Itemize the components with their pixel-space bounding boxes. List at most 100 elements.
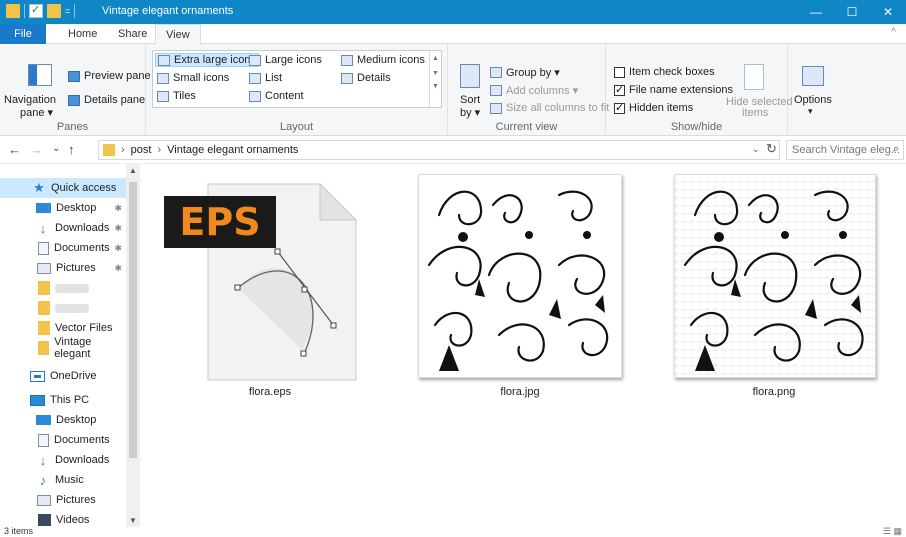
file-name-extensions-checkbox[interactable] bbox=[614, 83, 625, 96]
navigation-scrollbar[interactable]: ▲ ▼ bbox=[126, 164, 140, 527]
nav-item-vector-files[interactable]: Vector Files bbox=[0, 318, 126, 338]
file-name-eps[interactable]: flora.eps bbox=[220, 386, 320, 398]
nav-item-quick-access[interactable]: ★ Quick access bbox=[0, 178, 126, 198]
preview-pane-button[interactable]: Preview pane bbox=[68, 70, 151, 82]
recent-locations-button[interactable]: ⌄ bbox=[52, 143, 60, 154]
nav-item-music[interactable]: ♪ Music bbox=[0, 470, 126, 490]
navigation-pane-button[interactable]: Navigation bbox=[4, 94, 56, 106]
navigation-pane-dropdown[interactable]: pane ▾ bbox=[20, 106, 53, 119]
file-name-jpg[interactable]: flora.jpg bbox=[470, 386, 570, 398]
current-view-group: Sort by ▾ Group by ▾ Add columns ▾ Size … bbox=[448, 44, 609, 136]
close-button[interactable]: ✕ bbox=[870, 0, 906, 24]
item-check-boxes-checkbox[interactable] bbox=[614, 66, 625, 78]
file-item-eps[interactable]: EPS flora.eps bbox=[160, 174, 360, 404]
new-folder-icon[interactable] bbox=[47, 4, 61, 18]
large-icons-option[interactable]: Large icons bbox=[249, 54, 322, 66]
nav-item-blurred-folder[interactable] bbox=[0, 278, 126, 298]
add-columns-button[interactable]: Add columns ▾ bbox=[490, 84, 578, 97]
nav-item-blurred-folder[interactable] bbox=[0, 298, 126, 318]
scroll-up-icon[interactable]: ▲ bbox=[129, 166, 137, 175]
back-button[interactable]: ← bbox=[8, 142, 21, 157]
sort-by-icon bbox=[460, 64, 480, 88]
nav-item-videos[interactable]: Videos bbox=[0, 510, 126, 527]
file-name-extensions-label: File name extensions bbox=[629, 84, 733, 96]
details-option[interactable]: Details bbox=[341, 72, 391, 84]
file-item-jpg[interactable]: flora.jpg bbox=[418, 174, 626, 404]
small-icons-option[interactable]: Small icons bbox=[157, 72, 229, 84]
maximize-button[interactable]: ☐ bbox=[834, 0, 870, 24]
content-option[interactable]: Content bbox=[249, 90, 304, 102]
preview-pane-label: Preview pane bbox=[84, 70, 151, 82]
tab-view[interactable]: View bbox=[155, 24, 201, 45]
details-pane-button[interactable]: Details pane bbox=[68, 94, 145, 106]
hide-selected-button-2[interactable]: items bbox=[742, 107, 768, 119]
nav-item-this-pc[interactable]: This PC bbox=[0, 390, 126, 410]
size-all-columns-button[interactable]: Size all columns to fit bbox=[490, 102, 609, 114]
file-item-png[interactable]: flora.png bbox=[674, 174, 882, 404]
pin-icon[interactable]: ✱ bbox=[114, 243, 122, 254]
extra-large-icons-option[interactable]: Extra large icons bbox=[155, 53, 259, 67]
window-controls: — ☐ ✕ bbox=[798, 0, 906, 24]
group-by-button[interactable]: Group by ▾ bbox=[490, 66, 560, 79]
nav-item-pc-downloads[interactable]: ↓ Downloads bbox=[0, 450, 126, 470]
nav-item-pictures[interactable]: Pictures ✱ bbox=[0, 258, 126, 278]
options-dropdown-icon[interactable]: ▾ bbox=[808, 106, 813, 117]
scrollbar-thumb[interactable] bbox=[129, 182, 137, 458]
nav-item-label: Quick access bbox=[51, 182, 117, 194]
sort-by-button[interactable]: Sort bbox=[460, 94, 480, 106]
hidden-items-toggle[interactable]: Hidden items bbox=[614, 101, 693, 114]
tab-share[interactable]: Share bbox=[108, 24, 157, 44]
group-by-icon bbox=[490, 67, 502, 78]
qat-dropdown-icon[interactable]: = bbox=[65, 6, 70, 16]
pin-icon[interactable]: ✱ bbox=[114, 223, 122, 234]
minimize-button[interactable]: — bbox=[798, 0, 834, 24]
item-check-boxes-toggle[interactable]: Item check boxes bbox=[614, 66, 715, 78]
chevron-up-icon[interactable]: ▲ bbox=[430, 55, 441, 62]
tiles-option[interactable]: Tiles bbox=[157, 90, 196, 102]
pictures-icon bbox=[37, 494, 51, 506]
nav-item-vintage-elegant[interactable]: Vintage elegant bbox=[0, 336, 126, 360]
ornament-image bbox=[427, 190, 609, 371]
properties-icon[interactable] bbox=[29, 3, 43, 18]
address-field[interactable]: › post › Vintage elegant ornaments bbox=[98, 140, 780, 160]
hidden-items-checkbox[interactable] bbox=[614, 101, 625, 114]
nav-item-pc-documents[interactable]: Documents bbox=[0, 430, 126, 450]
nav-item-label: Vector Files bbox=[55, 322, 113, 334]
navigation-pane-label-2: pane ▾ bbox=[20, 107, 54, 119]
nav-item-downloads[interactable]: ↓ Downloads ✱ bbox=[0, 218, 126, 238]
scroll-down-icon[interactable]: ▼ bbox=[129, 516, 137, 525]
tab-home[interactable]: Home bbox=[58, 24, 107, 44]
sort-by-dropdown[interactable]: by ▾ bbox=[460, 106, 480, 119]
collapse-ribbon-icon[interactable]: ^ bbox=[891, 27, 896, 38]
file-name-extensions-toggle[interactable]: File name extensions bbox=[614, 83, 733, 96]
expand-gallery-icon[interactable]: ▼ bbox=[430, 83, 441, 90]
options-button[interactable]: Options bbox=[794, 94, 832, 106]
folder-icon bbox=[38, 301, 50, 315]
nav-item-desktop[interactable]: Desktop ✱ bbox=[0, 198, 126, 218]
breadcrumb-post[interactable]: post bbox=[131, 144, 152, 156]
star-icon: ★ bbox=[33, 180, 45, 195]
search-input[interactable]: Search Vintage eleg... ⌕ bbox=[786, 140, 904, 160]
pin-icon[interactable]: ✱ bbox=[114, 263, 122, 274]
file-name-png[interactable]: flora.png bbox=[724, 386, 824, 398]
layout-gallery-scroll[interactable]: ▲ ▼ ▼ bbox=[429, 51, 441, 109]
list-option[interactable]: List bbox=[249, 72, 282, 84]
nav-item-onedrive[interactable]: OneDrive bbox=[0, 366, 126, 386]
refresh-button[interactable]: ↻ bbox=[766, 141, 777, 157]
forward-button[interactable]: → bbox=[30, 142, 43, 157]
folder-icon bbox=[103, 144, 115, 156]
view-toggle-icons[interactable]: ☰ ▦ bbox=[883, 526, 902, 537]
add-columns-label: Add columns ▾ bbox=[506, 85, 579, 97]
tab-file[interactable]: File bbox=[0, 24, 46, 44]
nav-item-documents[interactable]: Documents ✱ bbox=[0, 238, 126, 258]
pin-icon[interactable]: ✱ bbox=[114, 203, 122, 214]
nav-item-pc-pictures[interactable]: Pictures bbox=[0, 490, 126, 510]
medium-icons-option[interactable]: Medium icons bbox=[341, 54, 425, 66]
up-button[interactable]: ↑ bbox=[68, 142, 75, 157]
breadcrumb-vintage-elegant-ornaments[interactable]: Vintage elegant ornaments bbox=[167, 144, 298, 156]
address-dropdown-icon[interactable]: ⌄ bbox=[752, 144, 760, 155]
options-arrow: ▾ bbox=[808, 106, 813, 116]
extra-large-icons-label: Extra large icons bbox=[174, 54, 256, 66]
chevron-down-icon[interactable]: ▼ bbox=[430, 70, 441, 77]
nav-item-pc-desktop[interactable]: Desktop bbox=[0, 410, 126, 430]
